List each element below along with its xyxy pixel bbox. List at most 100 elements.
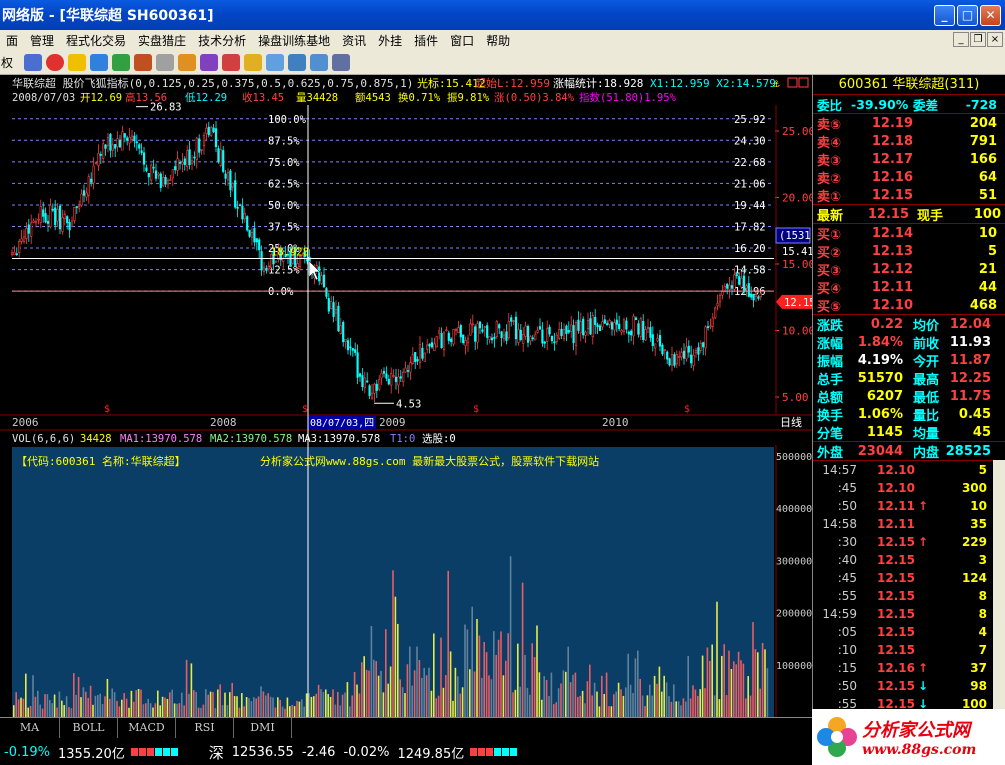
volume-bar — [706, 647, 709, 717]
quote-value2: 11.87 — [949, 352, 991, 368]
volume-bar — [56, 707, 58, 717]
chart-area[interactable]: 华联综超 股价飞狐指标(0,0.125,0.25,0.375,0.5,0.625… — [0, 75, 817, 717]
tab-dmi[interactable]: DMI — [234, 718, 292, 738]
filter-icon[interactable] — [200, 53, 218, 71]
menu-item-program-trade[interactable]: 程式化交易 — [60, 32, 132, 49]
volume-bar — [397, 623, 399, 717]
tab-boll[interactable]: BOLL — [60, 718, 118, 738]
volume-bar — [147, 698, 149, 717]
mdi-restore-button[interactable]: ❐ — [970, 32, 986, 47]
xianshou-value: 100 — [973, 206, 1001, 222]
vol-ma1: MA1:13970.578 — [120, 433, 202, 445]
tab-rsi[interactable]: RSI — [176, 718, 234, 738]
volume-bar — [709, 660, 711, 717]
fib-value: 17.82 — [734, 221, 766, 233]
candle-body — [399, 376, 402, 379]
menu-item-view[interactable]: 面 — [0, 32, 24, 49]
candle-body — [524, 325, 527, 337]
candle-body — [325, 288, 328, 297]
candle-body — [337, 305, 340, 332]
volume-bar — [253, 697, 255, 717]
volume-bar — [380, 670, 382, 717]
menu-item-plugin-ext[interactable]: 外挂 — [372, 32, 408, 49]
tick-price: 12.15 — [877, 589, 915, 603]
sell-level[interactable]: 卖④ 12.18 791 — [813, 132, 1005, 151]
volume-bar — [94, 695, 97, 717]
list-icon[interactable] — [112, 53, 130, 71]
chart-icon[interactable] — [24, 53, 42, 71]
trend-icon[interactable] — [332, 53, 350, 71]
sell-level[interactable]: 卖① 12.15 51 — [813, 186, 1005, 205]
grid-icon[interactable] — [90, 53, 108, 71]
level-label: 买⑤ — [817, 299, 842, 315]
tile-icon[interactable] — [310, 53, 328, 71]
mdi-close-button[interactable]: × — [987, 32, 1003, 47]
volume-bar — [217, 689, 219, 717]
inner-value: 28525 — [945, 443, 991, 459]
candle-body — [123, 133, 126, 138]
candle-body — [92, 165, 95, 184]
tick-row: :15 12.16 ↑ 37 — [813, 659, 1005, 677]
buy-level[interactable]: 买④ 12.11 44 — [813, 278, 1005, 297]
candle-body — [78, 206, 81, 209]
menu-item-help[interactable]: 帮助 — [480, 32, 516, 49]
volume-bar — [296, 700, 298, 717]
buy-level[interactable]: 买⑤ 12.10 468 — [813, 296, 1005, 315]
mdi-minimize-button[interactable]: _ — [953, 32, 969, 47]
settings-icon[interactable] — [156, 53, 174, 71]
tick-price: 12.15 — [877, 625, 915, 639]
period-label[interactable]: 日线 — [780, 415, 802, 429]
sell-level[interactable]: 卖③ 12.17 166 — [813, 150, 1005, 169]
tab-macd[interactable]: MACD — [118, 718, 176, 738]
buy-level[interactable]: 买③ 12.12 21 — [813, 260, 1005, 279]
menu-item-plugins[interactable]: 插件 — [408, 32, 444, 49]
outer-value: 23044 — [857, 443, 903, 459]
menu-item-hunt[interactable]: 实盘猎庄 — [132, 32, 192, 49]
indicator-tabs: MA BOLL MACD RSI DMI — [0, 717, 812, 739]
menu-item-window[interactable]: 窗口 — [444, 32, 480, 49]
volume-bar — [663, 675, 665, 717]
sell-level[interactable]: 卖⑤ 12.19 204 — [813, 114, 1005, 133]
candle-body — [18, 240, 21, 253]
tick-row: 14:59 12.15 8 — [813, 605, 1005, 623]
window-icon[interactable] — [266, 53, 284, 71]
fib-value: 24.30 — [734, 135, 766, 147]
anchor-icon[interactable]: ⚓ — [772, 77, 780, 90]
tab-ma[interactable]: MA — [0, 718, 60, 738]
candle-body — [682, 350, 686, 359]
menu-item-training[interactable]: 操盘训练基地 — [252, 32, 336, 49]
menu-item-news[interactable]: 资讯 — [336, 32, 372, 49]
volume-bar — [301, 699, 303, 717]
menu-item-manage[interactable]: 管理 — [24, 32, 60, 49]
buy-level[interactable]: 买① 12.14 10 — [813, 224, 1005, 243]
volume-bar — [73, 673, 75, 717]
volume-bar — [13, 705, 15, 717]
bar-vol: 量34428 — [296, 92, 338, 104]
chart-bars-icon[interactable] — [68, 53, 86, 71]
window-title: 网络版 - [华联综超 SH600361] — [2, 8, 214, 24]
target-icon[interactable] — [178, 53, 196, 71]
maximize-button[interactable]: □ — [957, 5, 978, 26]
volume-bar — [377, 675, 380, 717]
x-year-2009: 2009 — [379, 416, 406, 429]
close-button[interactable]: ✕ — [980, 5, 1001, 26]
candle-body — [138, 144, 141, 149]
alarm-icon[interactable] — [222, 53, 240, 71]
candle-body — [202, 135, 206, 146]
menu-item-tech-analysis[interactable]: 技术分析 — [192, 32, 252, 49]
volume-bar — [214, 708, 217, 717]
scrollbar[interactable] — [993, 460, 1005, 710]
stock-chart[interactable]: 华联综超 股价飞狐指标(0,0.125,0.25,0.375,0.5,0.625… — [0, 75, 817, 717]
record-icon[interactable] — [46, 53, 64, 71]
cascade-icon[interactable] — [288, 53, 306, 71]
pencil-icon[interactable] — [244, 53, 262, 71]
volume-bar — [512, 692, 514, 717]
analyze-icon[interactable] — [134, 53, 152, 71]
sell-level[interactable]: 卖② 12.16 64 — [813, 168, 1005, 187]
candle-body — [90, 178, 93, 183]
candle-body — [438, 330, 441, 334]
minimize-button[interactable]: _ — [934, 5, 955, 26]
candle-body — [332, 302, 335, 317]
volume-bar — [442, 687, 445, 717]
buy-level[interactable]: 买② 12.13 5 — [813, 242, 1005, 261]
